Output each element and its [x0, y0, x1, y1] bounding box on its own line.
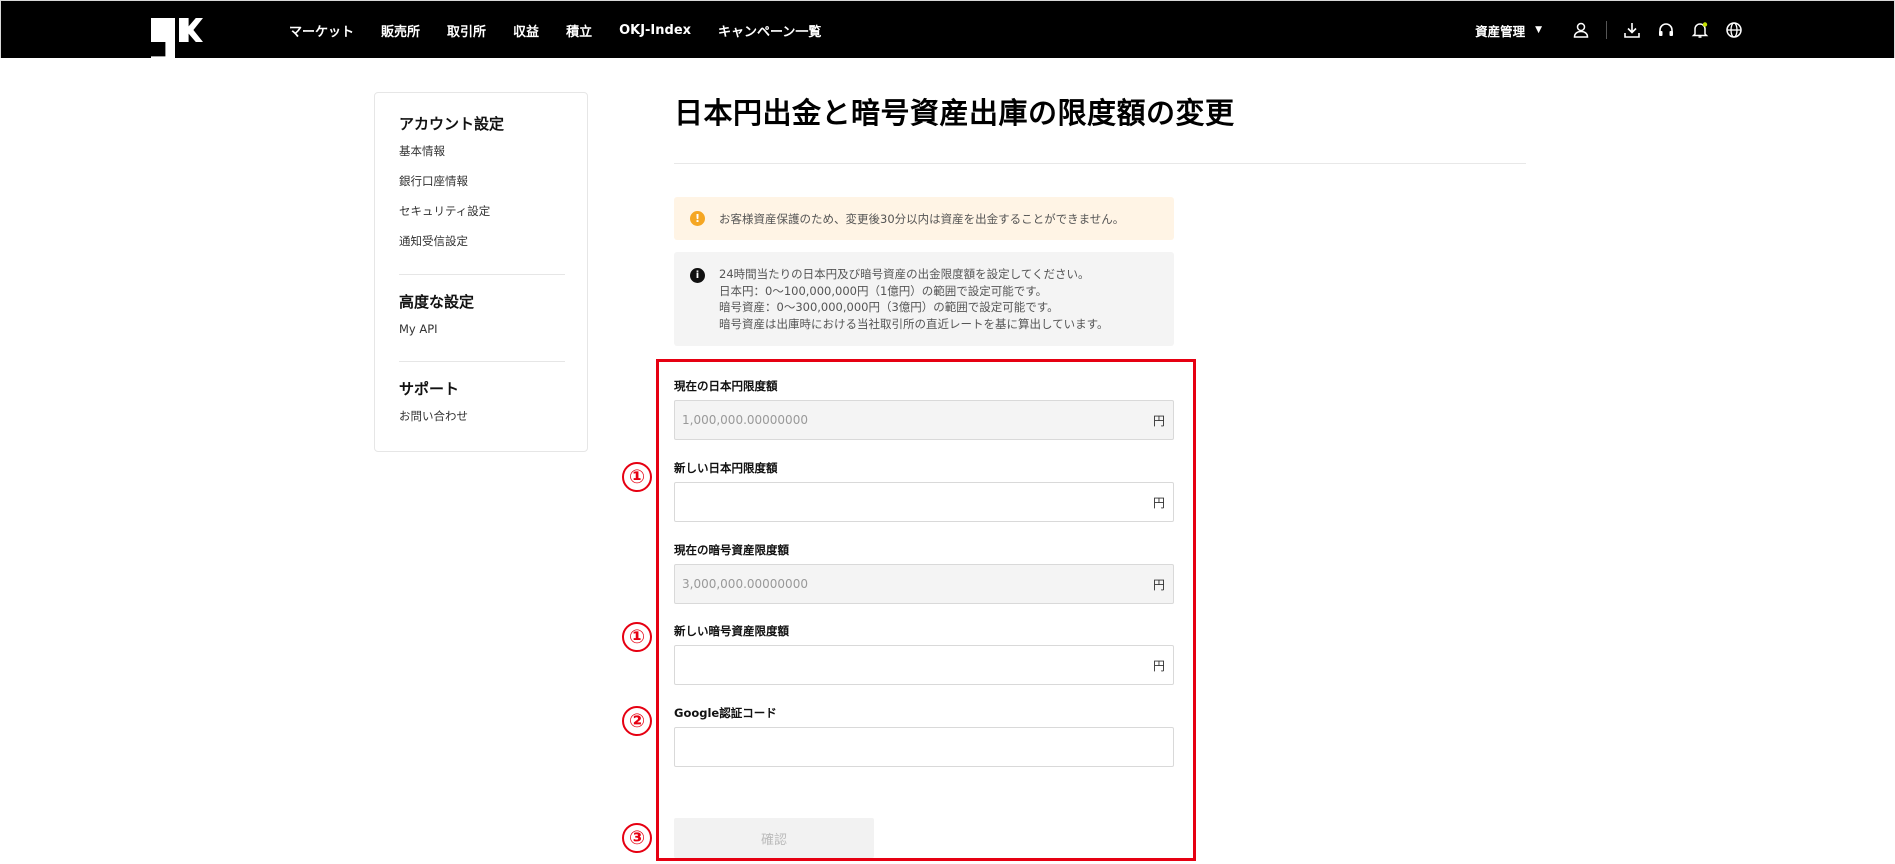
sidebar-section-account: アカウント設定 基本情報 銀行口座情報 セキュリティ設定 通知受信設定 [399, 113, 565, 261]
sidebar-section-title: サポート [399, 380, 460, 398]
logo-block [151, 18, 175, 42]
info-line: 日本円：0〜100,000,000円（1億円）の範囲で設定可能です。 [719, 283, 1048, 298]
warning-banner: ! お客様資産保護のため、変更後30分以内は資産を出金することができません。 [674, 197, 1174, 240]
bell-icon[interactable] [1691, 21, 1709, 39]
title-divider [674, 163, 1526, 164]
warning-text: お客様資産保護のため、変更後30分以内は資産を出金することができません。 [719, 211, 1125, 226]
info-line: 暗号資産：0〜300,000,000円（3億円）の範囲で設定可能です。 [719, 300, 1059, 314]
headset-icon[interactable] [1657, 21, 1675, 39]
annotation-marker-1: ① [622, 462, 652, 492]
nav-link-okj-index[interactable]: OKJ-Index [619, 23, 691, 38]
page-title: 日本円出金と暗号資産出庫の限度額の変更 [674, 96, 1235, 130]
sidebar-section-title: アカウント設定 [399, 115, 505, 133]
sidebar-divider [399, 274, 565, 275]
sidebar-divider [399, 361, 565, 362]
nav-link-exchange[interactable]: 取引所 [447, 21, 486, 40]
nav-link-savings[interactable]: 積立 [566, 21, 592, 40]
sidebar-item-basic-info[interactable]: 基本情報 [399, 141, 565, 171]
nav-link-campaigns[interactable]: キャンペーン一覧 [718, 21, 821, 40]
logo-block [151, 42, 175, 66]
sidebar-item-bank-info[interactable]: 銀行口座情報 [399, 171, 565, 201]
okj-logo[interactable] [151, 18, 233, 66]
main-nav: マーケット 販売所 取引所 収益 積立 OKJ-Index キャンペーン一覧 [289, 1, 848, 59]
annotation-marker-1: ① [622, 622, 652, 652]
sidebar-section-support: サポート お問い合わせ [399, 378, 565, 436]
sidebar-section-title: 高度な設定 [399, 293, 475, 311]
info-line: 暗号資産は出庫時における当社取引所の直近レートを基に算出しています。 [719, 316, 1109, 331]
info-line: 24時間当たりの日本円及び暗号資産の出金限度額を設定してください。 [719, 267, 1090, 281]
asset-management-menu[interactable]: 資産管理 [1475, 21, 1525, 40]
annotation-marker-2: ② [622, 706, 652, 736]
nav-link-market[interactable]: マーケット [289, 21, 354, 40]
annotation-marker-3: ③ [622, 823, 652, 853]
info-lines: 24時間当たりの日本円及び暗号資産の出金限度額を設定してください。 日本円：0〜… [719, 266, 1109, 332]
nav-separator [1606, 21, 1607, 39]
download-icon[interactable] [1623, 21, 1641, 39]
top-nav: マーケット 販売所 取引所 収益 積立 OKJ-Index キャンペーン一覧 資… [0, 0, 1895, 66]
annotation-frame [656, 359, 1196, 861]
nav-link-store[interactable]: 販売所 [381, 21, 420, 40]
settings-sidebar: アカウント設定 基本情報 銀行口座情報 セキュリティ設定 通知受信設定 高度な設… [374, 92, 588, 452]
sidebar-item-security[interactable]: セキュリティ設定 [399, 201, 565, 231]
logo-block [179, 18, 203, 42]
globe-icon[interactable] [1725, 21, 1743, 39]
sidebar-item-contact[interactable]: お問い合わせ [399, 406, 565, 436]
nav-right: 資産管理 ▼ [1475, 1, 1751, 59]
user-icon[interactable] [1572, 21, 1590, 39]
info-banner: i 24時間当たりの日本円及び暗号資産の出金限度額を設定してください。 日本円：… [674, 252, 1174, 346]
sidebar-item-my-api[interactable]: My API [399, 319, 565, 349]
sidebar-item-notifications[interactable]: 通知受信設定 [399, 231, 565, 261]
caret-down-icon[interactable]: ▼ [1535, 25, 1542, 35]
sidebar-section-advanced: 高度な設定 My API [399, 291, 565, 349]
info-icon: i [690, 268, 705, 283]
warning-icon: ! [690, 211, 705, 226]
nav-link-earn[interactable]: 収益 [513, 21, 539, 40]
